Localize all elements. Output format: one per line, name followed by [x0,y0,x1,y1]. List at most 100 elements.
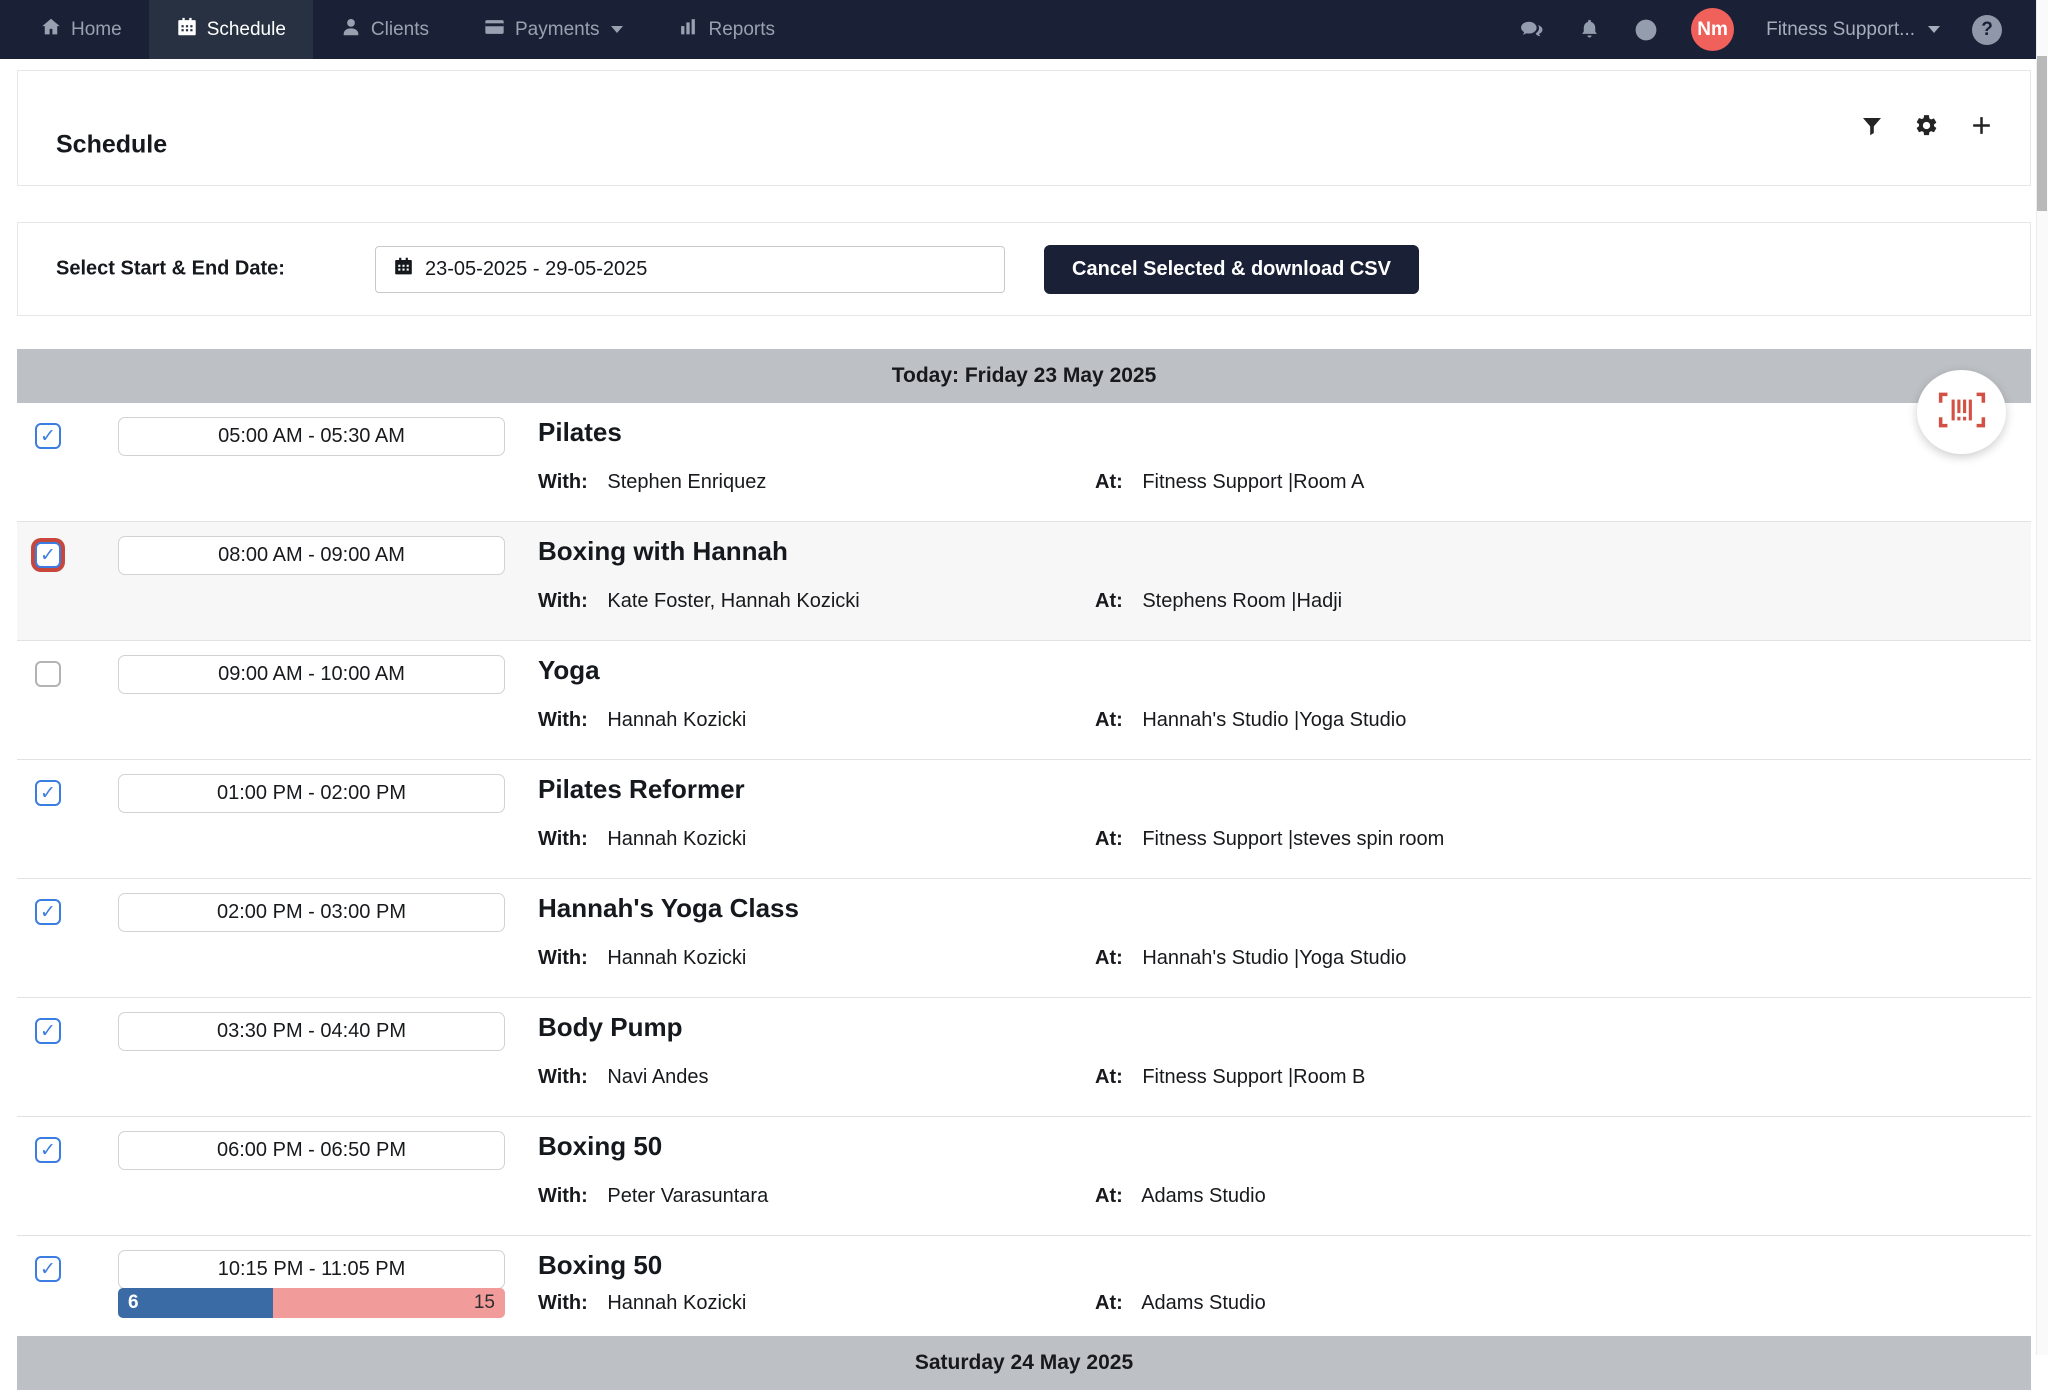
at-label: At: [1095,828,1123,850]
session-with: With: Stephen Enriquez [538,471,766,494]
session-at: At: Fitness Support |Room A [1095,471,1364,494]
navbar-utilities: Nm Fitness Support... ? [1519,0,2036,59]
session-row: ✓ 05:00 AM - 05:30 AM Pilates With: Step… [17,403,2031,522]
help-icon[interactable]: ? [1972,15,2002,45]
add-icon[interactable] [1969,113,1994,143]
session-checkbox[interactable]: ✓ [35,780,61,806]
checkmark-icon: ✓ [40,546,56,565]
user-menu[interactable]: Fitness Support... [1766,19,1940,41]
at-label: At: [1095,590,1123,612]
nav-item-schedule[interactable]: Schedule [149,0,313,59]
session-time: 08:00 AM - 09:00 AM [118,536,505,575]
capacity-bar: 6 15 [118,1288,505,1318]
calendar-icon [176,16,198,44]
session-at: At: Hannah's Studio |Yoga Studio [1095,947,1406,970]
clock-icon[interactable] [1633,17,1659,43]
with-label: With: [538,590,588,612]
avatar[interactable]: Nm [1691,8,1734,51]
barcode-scan-button[interactable] [1917,370,2006,454]
with-value: Hannah Kozicki [607,709,746,731]
capacity-total: 15 [273,1288,505,1318]
bar-chart-icon [677,16,699,44]
session-checkbox[interactable]: ✓ [35,899,61,925]
nav-label: Home [71,19,122,41]
session-with: With: Hannah Kozicki [538,709,746,732]
session-at: At: Hannah's Studio |Yoga Studio [1095,709,1406,732]
chat-icon[interactable] [1519,18,1546,42]
with-label: With: [538,1185,588,1207]
with-value: Navi Andes [607,1066,708,1088]
at-label: At: [1095,1292,1123,1314]
session-checkbox[interactable]: ✓ [35,1256,61,1282]
session-row: ✓ 06:00 PM - 06:50 PM Boxing 50 With: Pe… [17,1117,2031,1236]
filter-icon[interactable] [1860,114,1884,143]
with-value: Hannah Kozicki [607,947,746,969]
session-checkbox[interactable]: ✓ [35,1137,61,1163]
with-value: Stephen Enriquez [607,471,766,493]
with-value: Peter Varasuntara [607,1185,768,1207]
chevron-down-icon [611,26,623,33]
session-with: With: Navi Andes [538,1066,709,1089]
nav-label: Reports [708,19,775,41]
main-nav: Home Schedule Clients Payments Reports [0,0,802,59]
with-label: With: [538,947,588,969]
with-value: Kate Foster, Hannah Kozicki [607,590,859,612]
at-label: At: [1095,1185,1123,1207]
session-row: ✓ 01:00 PM - 02:00 PM Pilates Reformer W… [17,760,2031,879]
session-checkbox[interactable]: ✓ [35,542,61,568]
bell-icon[interactable] [1578,18,1601,41]
session-with: With: Peter Varasuntara [538,1185,768,1208]
with-label: With: [538,1292,588,1314]
at-value: Adams Studio [1141,1292,1266,1314]
nav-item-clients[interactable]: Clients [313,0,456,59]
session-time: 01:00 PM - 02:00 PM [118,774,505,813]
at-value: Fitness Support |Room B [1142,1066,1365,1088]
credit-card-icon [483,16,506,44]
user-name: Fitness Support... [1766,19,1915,41]
nav-label: Clients [371,19,429,41]
checkmark-icon: ✓ [40,1022,56,1041]
capacity-booked: 6 [118,1288,273,1318]
nav-item-payments[interactable]: Payments [456,0,650,59]
session-rows: ✓ 05:00 AM - 05:30 AM Pilates With: Step… [17,403,2031,1336]
day-header-today: Today: Friday 23 May 2025 [17,349,2031,403]
cancel-download-csv-button[interactable]: Cancel Selected & download CSV [1044,245,1419,294]
session-time-label: 05:00 AM - 05:30 AM [218,425,405,448]
page-title: Schedule [56,130,167,159]
date-range-input[interactable]: 23-05-2025 - 29-05-2025 [375,246,1005,293]
nav-item-reports[interactable]: Reports [650,0,802,59]
session-time: 05:00 AM - 05:30 AM [118,417,505,456]
with-value: Hannah Kozicki [607,1292,746,1314]
at-value: Hannah's Studio |Yoga Studio [1142,947,1406,969]
session-checkbox[interactable]: ✓ [35,1018,61,1044]
session-at: At: Fitness Support |steves spin room [1095,828,1444,851]
date-range-value: 23-05-2025 - 29-05-2025 [425,258,647,281]
session-row: ✓ 02:00 PM - 03:00 PM Hannah's Yoga Clas… [17,879,2031,998]
session-checkbox[interactable]: ✓ [35,661,61,687]
nav-item-home[interactable]: Home [13,0,149,59]
with-label: With: [538,709,588,731]
session-time: 10:15 PM - 11:05 PM [118,1250,505,1289]
session-time: 09:00 AM - 10:00 AM [118,655,505,694]
with-label: With: [538,828,588,850]
at-label: At: [1095,471,1123,493]
nav-label: Payments [515,19,599,41]
session-time-label: 06:00 PM - 06:50 PM [217,1139,406,1162]
session-title: Boxing with Hannah [538,536,788,567]
session-at: At: Stephens Room |Hadji [1095,590,1342,613]
date-filter-card: Select Start & End Date: 23-05-2025 - 29… [17,222,2031,316]
checkmark-icon: ✓ [40,903,56,922]
session-time-label: 01:00 PM - 02:00 PM [217,782,406,805]
chevron-down-icon [1928,26,1940,33]
header-actions [1860,113,1994,143]
at-label: At: [1095,947,1123,969]
session-with: With: Hannah Kozicki [538,947,746,970]
session-time-label: 09:00 AM - 10:00 AM [218,663,405,686]
checkmark-icon: ✓ [40,427,56,446]
session-at: At: Fitness Support |Room B [1095,1066,1365,1089]
with-label: With: [538,1066,588,1088]
with-value: Hannah Kozicki [607,828,746,850]
gear-icon[interactable] [1914,113,1939,143]
scrollbar-thumb[interactable] [2037,56,2047,211]
session-checkbox[interactable]: ✓ [35,423,61,449]
